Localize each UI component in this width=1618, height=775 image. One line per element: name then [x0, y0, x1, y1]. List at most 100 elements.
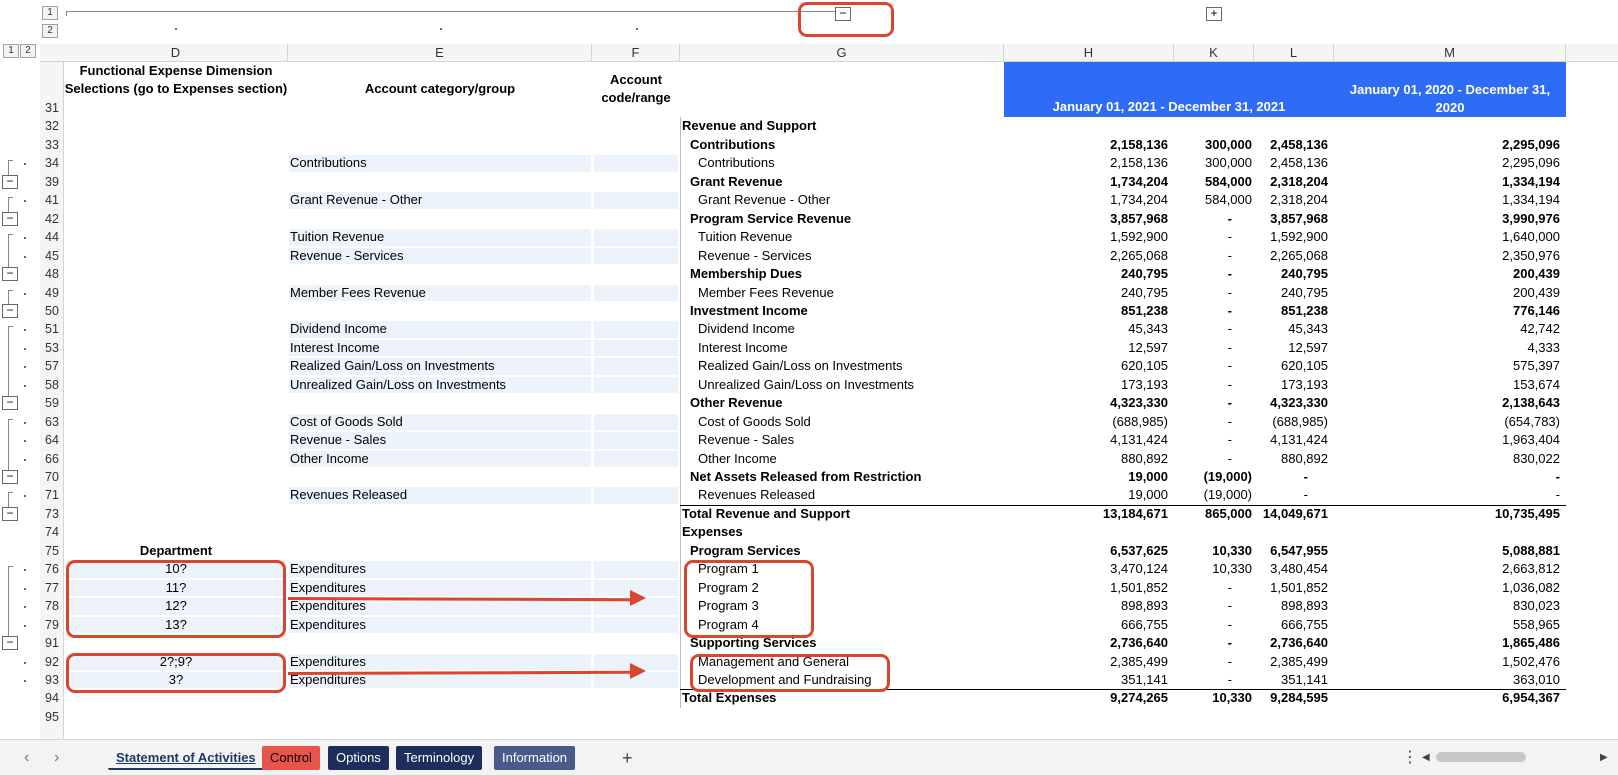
row-number[interactable]: 50 [40, 302, 64, 320]
amount-cell-h[interactable]: 4,131,424 [1004, 431, 1168, 449]
amount-cell-h[interactable]: 3,470,124 [1004, 560, 1168, 578]
amount-cell-h[interactable]: 13,184,671 [1004, 505, 1168, 523]
amount-cell-m[interactable]: 153,674 [1334, 376, 1560, 394]
sheet-tab-information[interactable]: Information [494, 746, 576, 770]
account-code-cell[interactable] [594, 358, 678, 375]
row-number[interactable]: 95 [40, 708, 64, 726]
amount-cell-h[interactable]: 9,274,265 [1004, 689, 1168, 707]
account-code-cell[interactable] [594, 616, 678, 634]
row-number[interactable]: 49 [40, 284, 64, 302]
amount-cell-k[interactable]: - [1174, 450, 1252, 468]
amount-cell-h[interactable]: 240,795 [1004, 284, 1168, 302]
row-number[interactable]: 57 [40, 357, 64, 375]
amount-cell-l[interactable]: 666,755 [1254, 616, 1328, 634]
sheet-tab-statement-of-activities[interactable]: Statement of Activities [108, 746, 264, 770]
sheet-tab-options[interactable]: Options [328, 746, 389, 770]
row-group-collapse-button[interactable]: − [2, 396, 18, 411]
amount-cell-h[interactable]: 851,238 [1004, 302, 1168, 320]
row-group-collapse-button[interactable]: − [2, 470, 18, 484]
account-code-cell[interactable] [594, 155, 678, 172]
amount-cell-h[interactable]: 4,323,330 [1004, 394, 1168, 412]
account-category-cell[interactable]: Unrealized Gain/Loss on Investments [290, 376, 590, 394]
row-number[interactable]: 51 [40, 320, 64, 338]
row-number[interactable]: 93 [40, 671, 64, 689]
amount-cell-k[interactable]: - [1174, 284, 1252, 302]
amount-cell-m[interactable]: 3,990,976 [1334, 210, 1560, 228]
account-category-cell[interactable]: Revenue - Sales [290, 431, 590, 449]
amount-cell-k[interactable]: - [1174, 671, 1252, 689]
amount-cell-m[interactable]: 1,640,000 [1334, 228, 1560, 246]
amount-cell-m[interactable]: 2,295,096 [1334, 136, 1560, 154]
amount-cell-m[interactable]: 1,963,404 [1334, 431, 1560, 449]
next-sheet-arrow-icon[interactable]: › [54, 746, 59, 770]
amount-cell-l[interactable]: 1,592,900 [1254, 228, 1328, 246]
account-category-cell[interactable]: Revenues Released [290, 486, 590, 504]
amount-cell-k[interactable]: - [1174, 579, 1252, 597]
amount-cell-k[interactable]: 300,000 [1174, 154, 1252, 172]
amount-cell-m[interactable]: - [1334, 486, 1560, 504]
amount-cell-h[interactable]: 620,105 [1004, 357, 1168, 375]
account-code-cell[interactable] [594, 487, 678, 504]
account-category-cell[interactable]: Realized Gain/Loss on Investments [290, 357, 590, 375]
amount-cell-l[interactable]: 2,736,640 [1254, 634, 1328, 652]
row-number[interactable]: 79 [40, 616, 64, 634]
row-group-collapse-button[interactable]: − [2, 267, 18, 282]
amount-cell-k[interactable]: - [1174, 339, 1252, 357]
amount-cell-m[interactable]: 575,397 [1334, 357, 1560, 375]
prev-sheet-arrow-icon[interactable]: ‹ [24, 746, 29, 770]
row-number[interactable]: 45 [40, 247, 64, 265]
row-number[interactable]: 66 [40, 450, 64, 468]
amount-cell-l[interactable]: 351,141 [1254, 671, 1328, 689]
amount-cell-k[interactable]: - [1174, 247, 1252, 265]
row-group-collapse-button[interactable]: − [2, 636, 18, 651]
amount-cell-k[interactable]: - [1174, 653, 1252, 671]
account-code-cell[interactable] [594, 561, 678, 578]
row-number[interactable]: 92 [40, 653, 64, 671]
amount-cell-k[interactable]: 584,000 [1174, 191, 1252, 209]
row-number[interactable]: 76 [40, 560, 64, 578]
amount-cell-h[interactable]: 2,385,499 [1004, 653, 1168, 671]
amount-cell-m[interactable]: 42,742 [1334, 320, 1560, 338]
horizontal-scrollbar-thumb[interactable] [1436, 752, 1526, 762]
row-number[interactable]: 33 [40, 136, 64, 154]
amount-cell-k[interactable]: - [1174, 616, 1252, 634]
amount-cell-l[interactable]: 6,547,955 [1254, 542, 1328, 560]
column-header-h[interactable]: H [1004, 44, 1174, 62]
amount-cell-k[interactable]: 10,330 [1174, 542, 1252, 560]
amount-cell-m[interactable]: 2,350,976 [1334, 247, 1560, 265]
amount-cell-k[interactable]: 10,330 [1174, 689, 1252, 707]
amount-cell-m[interactable]: 776,146 [1334, 302, 1560, 320]
row-number[interactable]: 64 [40, 431, 64, 449]
row-number[interactable]: 71 [40, 486, 64, 504]
row-number[interactable]: 41 [40, 191, 64, 209]
amount-cell-l[interactable]: - [1254, 468, 1328, 486]
amount-cell-m[interactable]: 5,088,881 [1334, 542, 1560, 560]
account-code-cell[interactable] [594, 339, 678, 357]
amount-cell-m[interactable]: 1,036,082 [1334, 579, 1560, 597]
amount-cell-l[interactable]: 173,193 [1254, 376, 1328, 394]
account-category-cell[interactable]: Cost of Goods Sold [290, 413, 590, 431]
amount-cell-k[interactable]: (19,000) [1174, 486, 1252, 504]
amount-cell-l[interactable]: 620,105 [1254, 357, 1328, 375]
account-code-cell[interactable] [594, 247, 678, 265]
amount-cell-m[interactable]: 1,334,194 [1334, 173, 1560, 191]
amount-cell-m[interactable]: 200,439 [1334, 284, 1560, 302]
amount-cell-m[interactable]: 1,502,476 [1334, 653, 1560, 671]
amount-cell-l[interactable]: 2,318,204 [1254, 173, 1328, 191]
row-number[interactable]: 74 [40, 523, 64, 541]
account-category-cell[interactable]: Interest Income [290, 339, 590, 357]
column-header-k[interactable]: K [1174, 44, 1254, 62]
amount-cell-h[interactable]: 2,265,068 [1004, 247, 1168, 265]
amount-cell-l[interactable]: 240,795 [1254, 265, 1328, 283]
amount-cell-m[interactable]: 363,010 [1334, 671, 1560, 689]
amount-cell-l[interactable]: 2,265,068 [1254, 247, 1328, 265]
amount-cell-h[interactable]: 12,597 [1004, 339, 1168, 357]
account-code-cell[interactable] [594, 229, 678, 246]
sheet-tab-terminology[interactable]: Terminology [396, 746, 483, 770]
amount-cell-k[interactable]: - [1174, 357, 1252, 375]
amount-cell-k[interactable]: - [1174, 376, 1252, 394]
account-category-cell[interactable]: Expenditures [290, 616, 590, 634]
amount-cell-k[interactable]: - [1174, 210, 1252, 228]
scroll-right-icon[interactable]: ▶ [1600, 746, 1608, 770]
row-number[interactable]: 44 [40, 228, 64, 246]
